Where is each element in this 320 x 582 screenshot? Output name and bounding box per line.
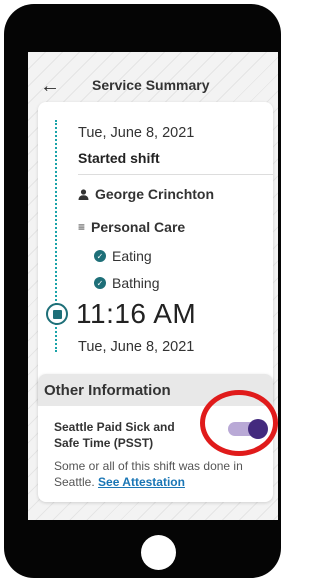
shift-time: 11:16 AM xyxy=(76,298,197,329)
task-category-label: Personal Care xyxy=(91,219,186,235)
psst-label: Seattle Paid Sick and Safe Time (PSST) xyxy=(54,420,175,450)
shift-end-date: Tue, June 8, 2021 xyxy=(78,339,195,355)
see-attestation-link[interactable]: See Attestation xyxy=(98,475,185,489)
task-label: Eating xyxy=(112,248,152,264)
left-arrow-icon: ← xyxy=(40,74,60,97)
header: ← Service Summary xyxy=(28,66,278,106)
stop-circle-icon xyxy=(46,303,68,325)
page-title: Service Summary xyxy=(92,77,210,93)
time-row: 11:16 AM xyxy=(46,298,196,330)
task-label: Bathing xyxy=(112,275,160,291)
check-circle-icon: ✓ xyxy=(94,250,106,262)
task-item: ✓ Eating xyxy=(94,248,152,264)
highlight-ring xyxy=(200,390,278,456)
task-item: ✓ Bathing xyxy=(94,275,159,291)
caregiver-name: George Crinchton xyxy=(95,186,215,202)
back-button[interactable]: ← xyxy=(36,72,64,100)
check-circle-icon: ✓ xyxy=(94,277,106,289)
task-category-row: ≡ Personal Care xyxy=(78,219,185,235)
shift-event-label: Started shift xyxy=(78,150,160,166)
shift-start-date: Tue, June 8, 2021 xyxy=(78,125,195,141)
service-summary-card: Tue, June 8, 2021 Started shift George C… xyxy=(38,102,273,408)
person-icon xyxy=(78,188,89,200)
list-icon: ≡ xyxy=(78,220,86,234)
caregiver-row: George Crinchton xyxy=(78,186,214,202)
home-button[interactable] xyxy=(141,535,176,570)
divider xyxy=(78,174,273,175)
psst-description: Some or all of this shift was done in Se… xyxy=(54,458,264,490)
phone-frame: ← Service Summary Tue, June 8, 2021 Star… xyxy=(4,4,281,578)
